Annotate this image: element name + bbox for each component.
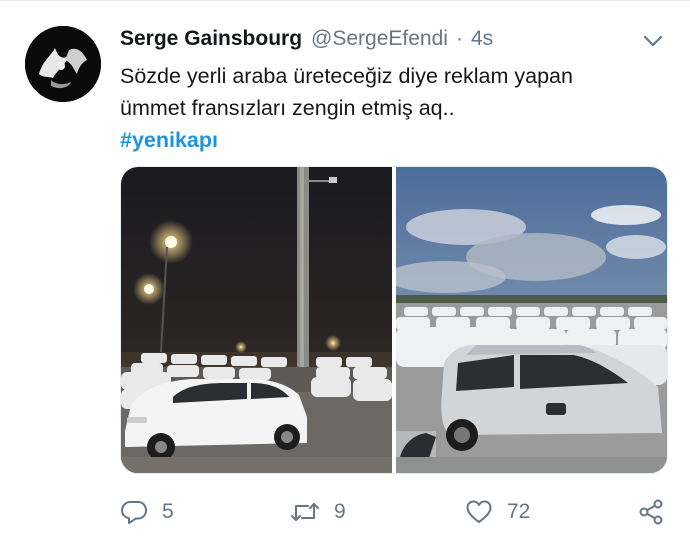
- avatar[interactable]: [25, 26, 101, 102]
- tweet-actions: 5 9 72: [0, 492, 690, 532]
- timestamp[interactable]: 4s: [471, 27, 493, 51]
- heart-icon: [465, 498, 493, 526]
- retweet-button[interactable]: 9: [290, 492, 346, 532]
- avatar-image: [25, 26, 101, 102]
- share-button[interactable]: [637, 492, 665, 532]
- hashtag-link[interactable]: #yenikapı: [120, 128, 218, 152]
- reply-button[interactable]: 5: [120, 492, 174, 532]
- tweet-text: Sözde yerli araba üreteceğiz diye reklam…: [120, 60, 660, 156]
- like-button[interactable]: 72: [465, 492, 530, 532]
- photo-daytime-parking-lot[interactable]: [396, 167, 667, 473]
- reply-count: 5: [162, 500, 174, 523]
- top-divider: [0, 0, 690, 1]
- retweet-icon: [290, 498, 320, 526]
- more-options-button[interactable]: [640, 30, 666, 52]
- media-grid: [120, 166, 668, 474]
- display-name[interactable]: Serge Gainsbourg: [120, 27, 302, 51]
- tweet-text-line: Sözde yerli araba üreteceğiz diye reklam…: [120, 64, 573, 88]
- retweet-count: 9: [334, 500, 346, 523]
- photo-night-parking-lot[interactable]: [121, 167, 392, 473]
- share-icon: [637, 498, 665, 526]
- like-count: 72: [507, 500, 531, 523]
- chevron-down-icon: [643, 35, 663, 47]
- tweet-text-line: ümmet fransızları zengin etmiş aq..: [120, 96, 455, 120]
- tweet-header: Serge Gainsbourg @SergeEfendi · 4s: [120, 27, 493, 55]
- header-separator: ·: [455, 27, 463, 50]
- reply-icon: [120, 498, 148, 526]
- user-handle[interactable]: @SergeEfendi: [311, 27, 448, 51]
